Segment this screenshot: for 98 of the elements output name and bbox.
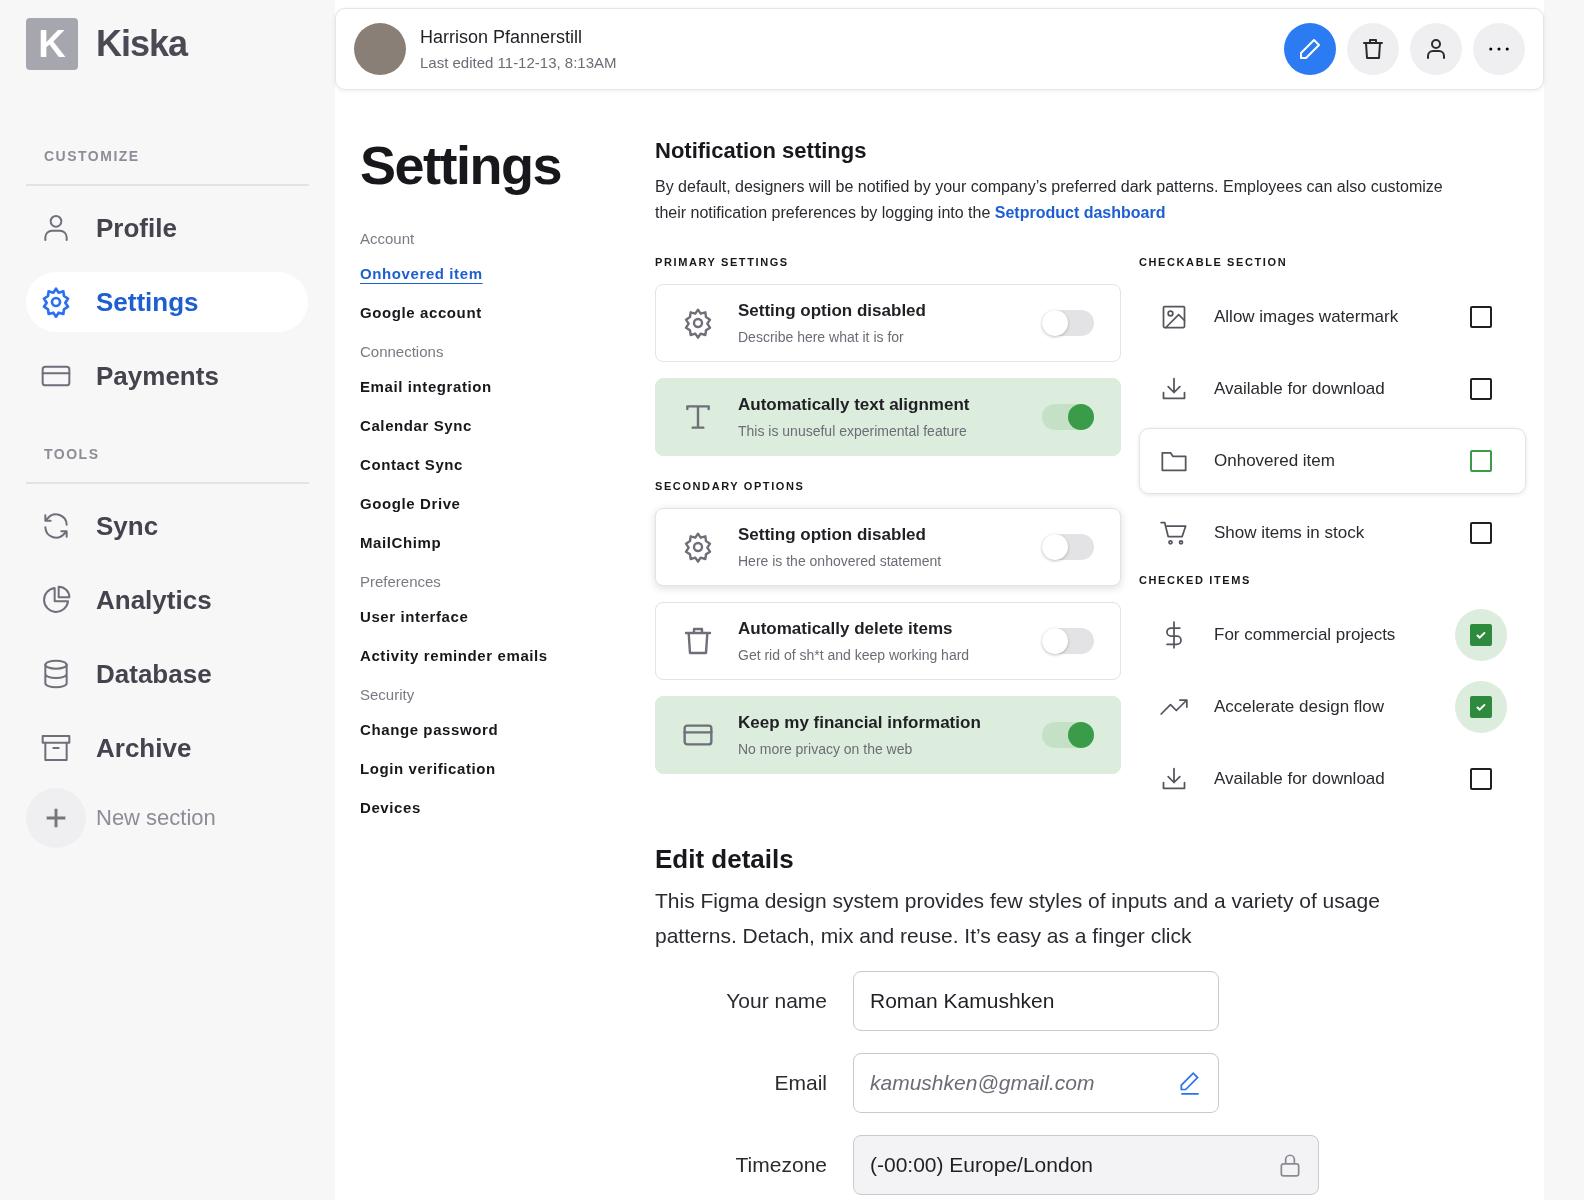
group-heading: CHECKABLE SECTION	[1139, 256, 1289, 268]
person-icon	[1424, 37, 1448, 61]
setting-title: Setting option disabled	[738, 525, 927, 545]
checkbox[interactable]	[1470, 624, 1492, 646]
page-title: Settings	[360, 134, 563, 196]
section-title: Notification settings	[655, 138, 868, 164]
setting-title: Automatically delete items	[738, 619, 954, 639]
image-icon	[1160, 303, 1188, 331]
field-label: Email	[773, 1071, 828, 1095]
sidebar-item[interactable]: Settings	[26, 272, 308, 332]
trash-icon	[682, 625, 714, 657]
sidebar-item[interactable]: Analytics	[26, 570, 308, 630]
settings-nav-link[interactable]: Onhovered item	[360, 265, 483, 282]
nav-group-heading: Connections	[360, 343, 445, 360]
checkbox-row[interactable]: Allow images watermark	[1139, 284, 1526, 350]
checkbox-label: Onhovered item	[1214, 451, 1336, 471]
checkbox-label: Show items in stock	[1214, 523, 1366, 543]
section-heading: TOOLS	[43, 446, 101, 462]
checkbox-row[interactable]: Available for download	[1139, 746, 1526, 812]
description-text: This Figma design system provides few styles of inputs and a variety of usage patterns. Detach, mix and reuse. It’s easy as a finger click	[655, 888, 1381, 949]
group-heading: PRIMARY SETTINGS	[655, 256, 790, 268]
avatar-placeholder	[354, 23, 406, 75]
setting-title: Setting option disabled	[738, 301, 927, 321]
settings-nav-link[interactable]: Google account	[360, 304, 482, 321]
trash-icon	[1361, 37, 1385, 61]
settings-nav-link[interactable]: Contact Sync	[360, 456, 464, 473]
field-label: Timezone	[734, 1153, 828, 1177]
setting-subtitle: This is unuseful experimental feature	[738, 423, 968, 439]
sidebar-item[interactable]: Archive	[26, 718, 308, 778]
nav-group-heading: Security	[360, 686, 416, 703]
toggle-switch[interactable]	[1042, 310, 1094, 336]
settings-nav-link[interactable]: Change password	[360, 721, 499, 738]
checkbox-row[interactable]: For commercial projects	[1139, 602, 1526, 668]
setting-subtitle: No more privacy on the web	[738, 741, 914, 757]
sidebar-item[interactable]: Payments	[26, 346, 308, 406]
checkbox-label: Accelerate design flow	[1214, 697, 1386, 717]
sidebar-item[interactable]: Sync	[26, 496, 308, 556]
timezone-field[interactable]: (-00:00) Europe/London	[853, 1135, 1319, 1195]
last-edited-text: Last edited 11-12-13, 8:13AM	[420, 54, 617, 71]
field-label: Your name	[725, 989, 828, 1013]
checkbox-label: For commercial projects	[1214, 625, 1397, 645]
toggle-switch[interactable]	[1042, 628, 1094, 654]
gear-icon	[40, 286, 72, 318]
setting-subtitle: Here is the onhovered statement	[738, 553, 943, 569]
setting-title: Keep my financial information	[738, 713, 982, 733]
edit-button[interactable]	[1284, 23, 1336, 75]
more-icon	[1489, 47, 1509, 51]
checkbox-row[interactable]: Show items in stock	[1139, 500, 1526, 566]
checkbox-row[interactable]: Accelerate design flow	[1139, 674, 1526, 740]
profile-button[interactable]	[1410, 23, 1462, 75]
brand-name: Kiska	[96, 23, 188, 65]
gear-icon	[682, 531, 714, 563]
setting-subtitle: Describe here what it is for	[738, 329, 905, 345]
hovered-row[interactable]: Onhovered item	[1139, 428, 1526, 494]
logo-mark: K	[26, 18, 78, 70]
lock-icon	[1277, 1152, 1303, 1178]
toggle-switch[interactable]	[1042, 404, 1094, 430]
name-field[interactable]: Roman Kamushken	[853, 971, 1219, 1031]
dashboard-link[interactable]: Setproduct dashboard	[994, 204, 1166, 221]
settings-nav-link[interactable]: Calendar Sync	[360, 417, 472, 434]
settings-nav-link[interactable]: Login verification	[360, 760, 496, 777]
sidebar-item[interactable]: Profile	[26, 198, 308, 258]
description-text: By default, designers will be notified by your company’s preferred dark patterns. Employees can also customize their notification preferences by logging into the Setproduct dashboard	[655, 177, 1444, 223]
nav-group-heading: Account	[360, 230, 416, 247]
user-name: Harrison Pfannerstill	[420, 27, 584, 48]
settings-nav-link[interactable]: MailChimp	[360, 534, 442, 551]
checkbox-row[interactable]: Available for download	[1139, 356, 1526, 422]
group-heading: SECONDARY OPTIONS	[655, 480, 806, 492]
gear-icon	[682, 307, 714, 339]
checkbox[interactable]	[1470, 378, 1492, 400]
checkbox[interactable]	[1470, 306, 1492, 328]
checkbox[interactable]	[1470, 696, 1492, 718]
sidebar-item[interactable]: Database	[26, 644, 308, 704]
toggle-switch[interactable]	[1042, 534, 1094, 560]
checkbox[interactable]	[1470, 450, 1492, 472]
pencil-icon	[1298, 37, 1322, 61]
delete-button[interactable]	[1347, 23, 1399, 75]
cart-icon	[1160, 519, 1188, 547]
checkbox-label: Available for download	[1214, 379, 1386, 399]
checkbox[interactable]	[1470, 522, 1492, 544]
setting-subtitle: Get rid of sh*t and keep working hard	[738, 647, 971, 663]
toggle-switch[interactable]	[1042, 722, 1094, 748]
checkbox[interactable]	[1470, 768, 1492, 790]
settings-nav-link[interactable]: Devices	[360, 799, 421, 816]
section-title: Edit details	[655, 844, 795, 875]
settings-nav-link[interactable]: Google Drive	[360, 495, 461, 512]
email-field[interactable]: kamushken@gmail.com	[853, 1053, 1219, 1113]
checkbox-label: Available for download	[1214, 769, 1386, 789]
group-heading: CHECKED ITEMS	[1139, 574, 1252, 586]
pie-chart-icon	[40, 584, 72, 616]
archive-box-icon	[40, 732, 72, 764]
settings-nav-link[interactable]: User interface	[360, 608, 469, 625]
setting-title: Automatically text alignment	[738, 395, 971, 415]
settings-nav-link[interactable]: Activity reminder emails	[360, 647, 548, 664]
settings-nav-link[interactable]: Email integration	[360, 378, 492, 395]
section-heading: CUSTOMIZE	[43, 148, 141, 164]
checkbox-label: Allow images watermark	[1214, 307, 1400, 327]
nav-group-heading: Preferences	[360, 573, 442, 590]
